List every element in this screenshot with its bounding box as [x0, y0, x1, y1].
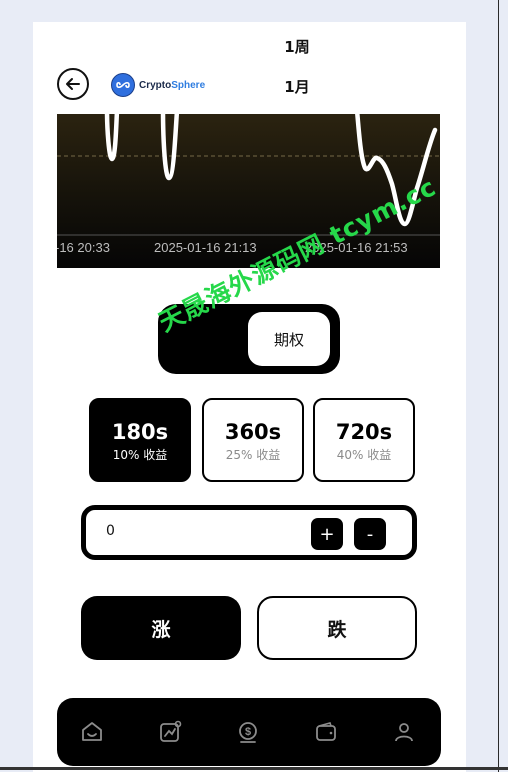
bottom-nav: $	[57, 698, 441, 766]
tab-options[interactable]: 期权	[248, 312, 330, 366]
amount-value[interactable]: 0	[106, 523, 115, 539]
brand-logo: CryptoSphere	[111, 73, 205, 97]
duration-yield: 10% 收益	[112, 448, 168, 462]
wallet-icon[interactable]	[313, 719, 339, 745]
period-month[interactable]: 1月	[267, 76, 327, 97]
home-icon[interactable]	[79, 719, 105, 745]
period-week[interactable]: 1周	[267, 36, 327, 57]
chart-tick-label: 2025-01-16 21:13	[154, 240, 257, 255]
duration-card-360s[interactable]: 360s 25% 收益	[202, 398, 304, 482]
duration-card-180s[interactable]: 180s 10% 收益	[89, 398, 191, 482]
arrow-left-icon	[66, 78, 80, 90]
profile-icon[interactable]	[391, 719, 417, 745]
duration-yield: 40% 收益	[336, 448, 392, 462]
duration-value: 180s	[111, 420, 169, 444]
market-icon[interactable]	[157, 719, 183, 745]
chart-tick-label: -16 20:33	[57, 240, 110, 255]
back-button[interactable]	[57, 68, 89, 100]
logo-text: CryptoSphere	[139, 79, 206, 91]
rise-button[interactable]: 涨	[81, 596, 241, 660]
duration-card-720s[interactable]: 720s 40% 收益	[313, 398, 415, 482]
trade-page: 1周 CryptoSphere 1月 -16 20:33 2025-01-16 …	[33, 22, 466, 772]
amount-input[interactable]: 0 + -	[81, 505, 417, 560]
decrement-button[interactable]: -	[354, 518, 386, 550]
duration-yield: 25% 收益	[225, 448, 281, 462]
logo-icon	[111, 73, 135, 97]
fall-button[interactable]: 跌	[257, 596, 417, 660]
duration-value: 360s	[224, 420, 282, 444]
window-scrollbar-edge	[498, 0, 499, 772]
duration-value: 720s	[335, 420, 393, 444]
svg-text:$: $	[245, 726, 251, 738]
trade-icon[interactable]: $	[235, 719, 261, 745]
increment-button[interactable]: +	[311, 518, 343, 550]
window-bottom-edge	[0, 767, 508, 770]
